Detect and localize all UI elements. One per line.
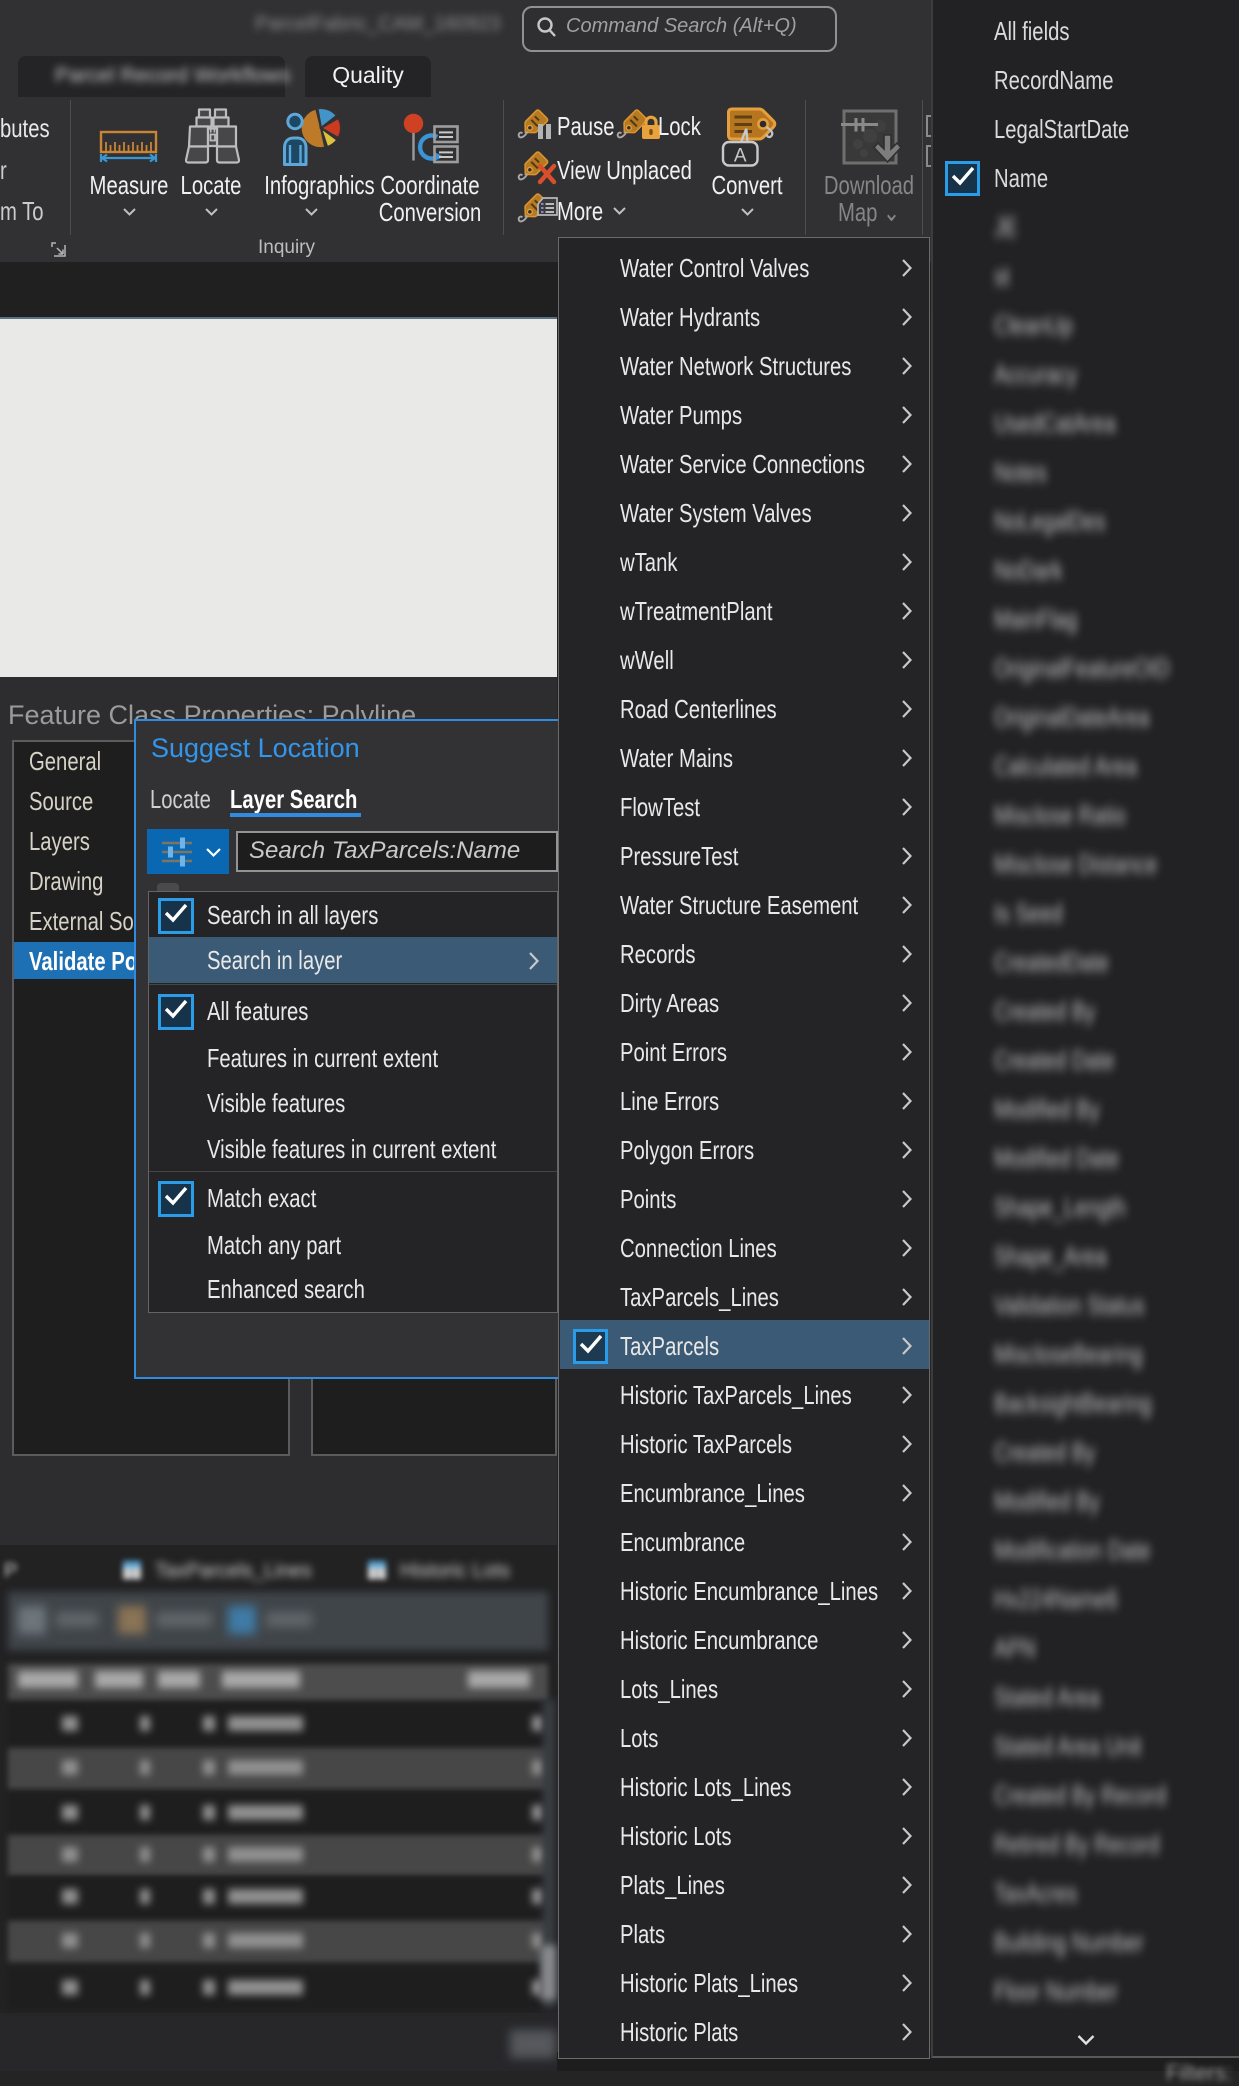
svg-text:A: A — [734, 146, 747, 167]
